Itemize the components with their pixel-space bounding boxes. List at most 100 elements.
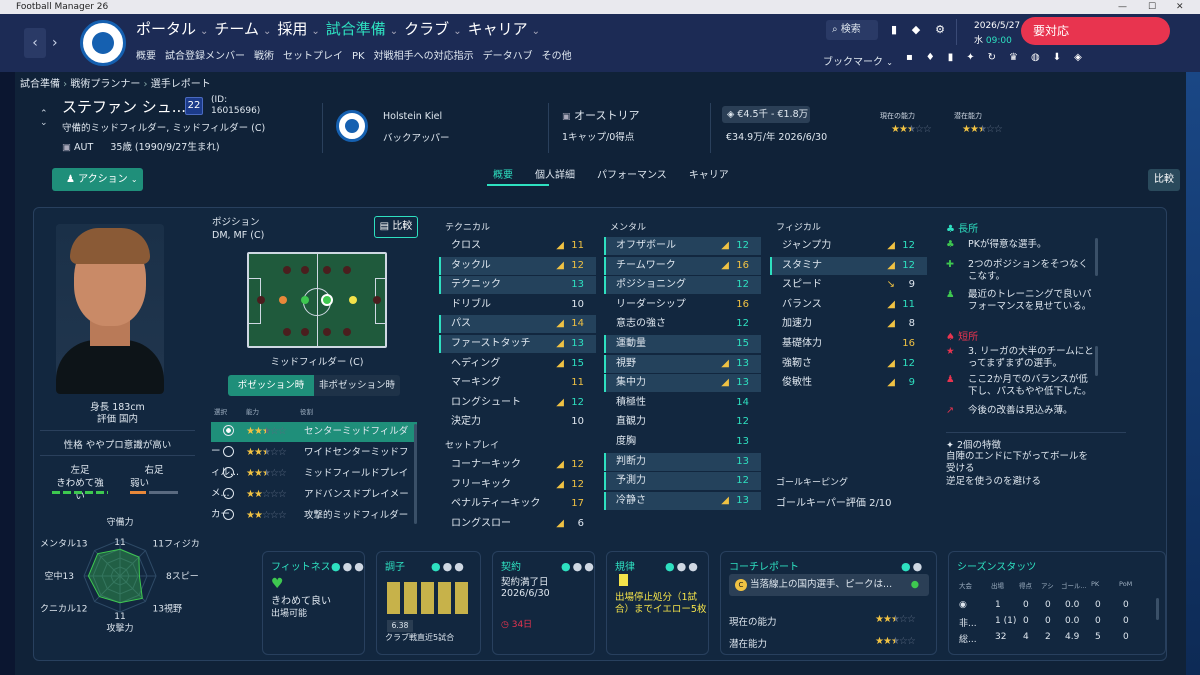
lineup-icon[interactable]: ▮	[948, 52, 967, 63]
role-row[interactable]: ★★☆☆☆ アドバンスドプレイメーカー	[211, 485, 417, 520]
forward-button[interactable]: ›	[52, 28, 66, 58]
gear-icon[interactable]: ⚙	[930, 20, 950, 40]
submenu-item-3[interactable]: セットプレイ	[283, 51, 343, 62]
submenu-item-4[interactable]: PK	[352, 51, 365, 62]
attribute-row[interactable]: 予測力 12	[604, 472, 761, 491]
position-dot[interactable]	[301, 296, 309, 304]
attribute-row[interactable]: マーキング 11	[439, 374, 596, 392]
chat-icon[interactable]: ▪	[906, 52, 926, 63]
attribute-row[interactable]: タックル ◢ 12	[439, 256, 596, 275]
position-dot[interactable]	[349, 296, 357, 304]
attribute-row[interactable]: ペナルティーキック 17	[439, 495, 596, 513]
attribute-row[interactable]: 意志の強さ 12	[604, 315, 761, 333]
attribute-row[interactable]: オフザボール ◢ 12	[604, 237, 761, 255]
coach-report-panel[interactable]: コーチレポート ●● C 当落線上の国内選手、ピークは... ● 現在の能力 ★…	[720, 551, 937, 655]
menu-item-2[interactable]: 採用	[277, 20, 307, 38]
attribute-row[interactable]: クロス ◢ 11	[439, 237, 596, 255]
attribute-row[interactable]: 基礎体力 16	[770, 335, 927, 353]
tab-1[interactable]: 個人詳細	[535, 166, 575, 181]
close-icon[interactable]: ✕	[1176, 0, 1184, 14]
club-icon[interactable]: ◈	[1074, 52, 1095, 63]
search-button[interactable]: ⌕ 検索	[826, 20, 878, 40]
position-dot[interactable]	[301, 266, 309, 274]
attribute-row[interactable]: バランス ◢ 11	[770, 296, 927, 314]
trophy-icon[interactable]: ♛	[1009, 52, 1031, 63]
attribute-row[interactable]: リーダーシップ 16	[604, 296, 761, 314]
attribute-row[interactable]: ロングシュート ◢ 12	[439, 394, 596, 412]
out-possession-toggle[interactable]: 非ポゼッション時	[314, 375, 400, 396]
urgent-action-button[interactable]: 要対応	[1021, 17, 1170, 45]
attribute-row[interactable]: 冷静さ ◢ 13	[604, 491, 761, 510]
attribute-row[interactable]: パス ◢ 14	[439, 315, 596, 334]
refresh-icon[interactable]: ↻	[988, 52, 1009, 63]
position-compare-button[interactable]: ▤ 比較	[374, 216, 418, 238]
attribute-row[interactable]: 度胸 13	[604, 433, 761, 451]
role-row[interactable]: ★★★☆☆ センターミッドフィルダー	[211, 422, 417, 457]
role-row[interactable]: ★★★☆☆ ミッドフィールドプレイメ...	[211, 464, 417, 499]
attribute-row[interactable]: 決定力 10	[439, 413, 596, 431]
season-stats-panel[interactable]: シーズンスタッツ 大会 出場 得点 アシ ゴール... PK PoM 1 0 0 0.0 0 0 ◉ 非..…	[948, 551, 1166, 655]
form-panel[interactable]: 調子 ●●● 6.38 クラブ戦直近5試合	[376, 551, 481, 655]
attribute-row[interactable]: 直観力 12	[604, 413, 761, 431]
position-dot[interactable]	[301, 328, 309, 336]
club-badge-icon[interactable]	[336, 110, 368, 142]
position-dot[interactable]	[283, 266, 291, 274]
breadcrumb-item-0[interactable]: 試合準備	[20, 79, 60, 90]
bookmark-dropdown[interactable]: ブックマーク ⌄	[823, 53, 893, 68]
position-dot[interactable]	[323, 328, 331, 336]
submenu-item-2[interactable]: 戦術	[254, 51, 274, 62]
position-dot[interactable]	[257, 296, 265, 304]
breadcrumb-item-2[interactable]: 選手レポート	[151, 79, 211, 90]
tab-0[interactable]: 概要	[493, 166, 513, 181]
action-button[interactable]: ♟ アクション ⌄	[52, 168, 143, 191]
attribute-row[interactable]: ロングスロー ◢ 6	[439, 515, 596, 533]
shirt-icon[interactable]: ♦	[926, 52, 948, 63]
discipline-panel[interactable]: 規律 ●●● 出場停止処分（1試合）までイエロー5枚	[606, 551, 709, 655]
maximize-icon[interactable]: ☐	[1148, 0, 1156, 14]
attribute-row[interactable]: テクニック 13	[439, 276, 596, 295]
attribute-row[interactable]: ヘディング ◢ 15	[439, 355, 596, 373]
tab-3[interactable]: キャリア	[689, 166, 729, 181]
inbox-icon[interactable]: ▮	[884, 20, 904, 40]
tab-2[interactable]: パフォーマンス	[597, 166, 667, 181]
submenu-item-1[interactable]: 試合登録メンバー	[165, 51, 245, 62]
radio-button[interactable]	[223, 467, 234, 478]
role-row[interactable]: ★★★☆☆ ワイドセンターミッドフィル...	[211, 443, 417, 478]
strengths-scrollbar[interactable]	[1095, 238, 1098, 276]
compare-button[interactable]: 比較	[1148, 169, 1180, 191]
position-dot[interactable]	[283, 328, 291, 336]
shield-icon[interactable]: ◆	[906, 20, 926, 40]
position-dot[interactable]	[343, 328, 351, 336]
globe-icon[interactable]: ◍	[1031, 52, 1053, 63]
position-dot[interactable]	[343, 266, 351, 274]
attribute-row[interactable]: フリーキック ◢ 12	[439, 476, 596, 494]
position-dot[interactable]	[321, 294, 333, 306]
menu-item-0[interactable]: ポータル	[136, 20, 196, 38]
attribute-row[interactable]: 強靭さ ◢ 12	[770, 355, 927, 373]
radio-button[interactable]	[223, 425, 234, 436]
submenu-item-7[interactable]: その他	[542, 51, 572, 62]
season-scrollbar[interactable]	[1156, 598, 1159, 620]
attribute-row[interactable]: 判断力 13	[604, 452, 761, 471]
menu-item-5[interactable]: キャリア	[468, 20, 528, 38]
attribute-row[interactable]: スピード ↘ 9	[770, 276, 927, 294]
submenu-item-6[interactable]: データハブ	[483, 51, 533, 62]
attribute-row[interactable]: 積極性 14	[604, 394, 761, 412]
attribute-row[interactable]: スタミナ ◢ 12	[770, 256, 927, 275]
role-row[interactable]: ★★☆☆☆ 攻撃的ミッドフィルダー	[211, 506, 417, 526]
attribute-row[interactable]: チームワーク ◢ 16	[604, 256, 761, 275]
attribute-row[interactable]: 集中力 ◢ 13	[604, 374, 761, 393]
menu-item-1[interactable]: チーム	[214, 20, 259, 38]
position-dot[interactable]	[373, 296, 381, 304]
breadcrumb-item-1[interactable]: 戦術プランナー	[70, 79, 140, 90]
download-icon[interactable]: ⬇	[1053, 52, 1074, 63]
tactics-icon[interactable]: ✦	[966, 52, 987, 63]
attribute-row[interactable]: ジャンプ力 ◢ 12	[770, 237, 927, 255]
attribute-row[interactable]: 運動量 15	[604, 335, 761, 353]
submenu-item-5[interactable]: 対戦相手への対応指示	[374, 51, 474, 62]
minimize-icon[interactable]: —	[1118, 0, 1127, 14]
fitness-panel[interactable]: フィットネス ●●● ♥ きわめて良い 出場可能	[262, 551, 365, 655]
attribute-row[interactable]: ドリブル 10	[439, 296, 596, 314]
weaknesses-scrollbar[interactable]	[1095, 346, 1098, 376]
back-button[interactable]: ‹	[24, 28, 46, 58]
